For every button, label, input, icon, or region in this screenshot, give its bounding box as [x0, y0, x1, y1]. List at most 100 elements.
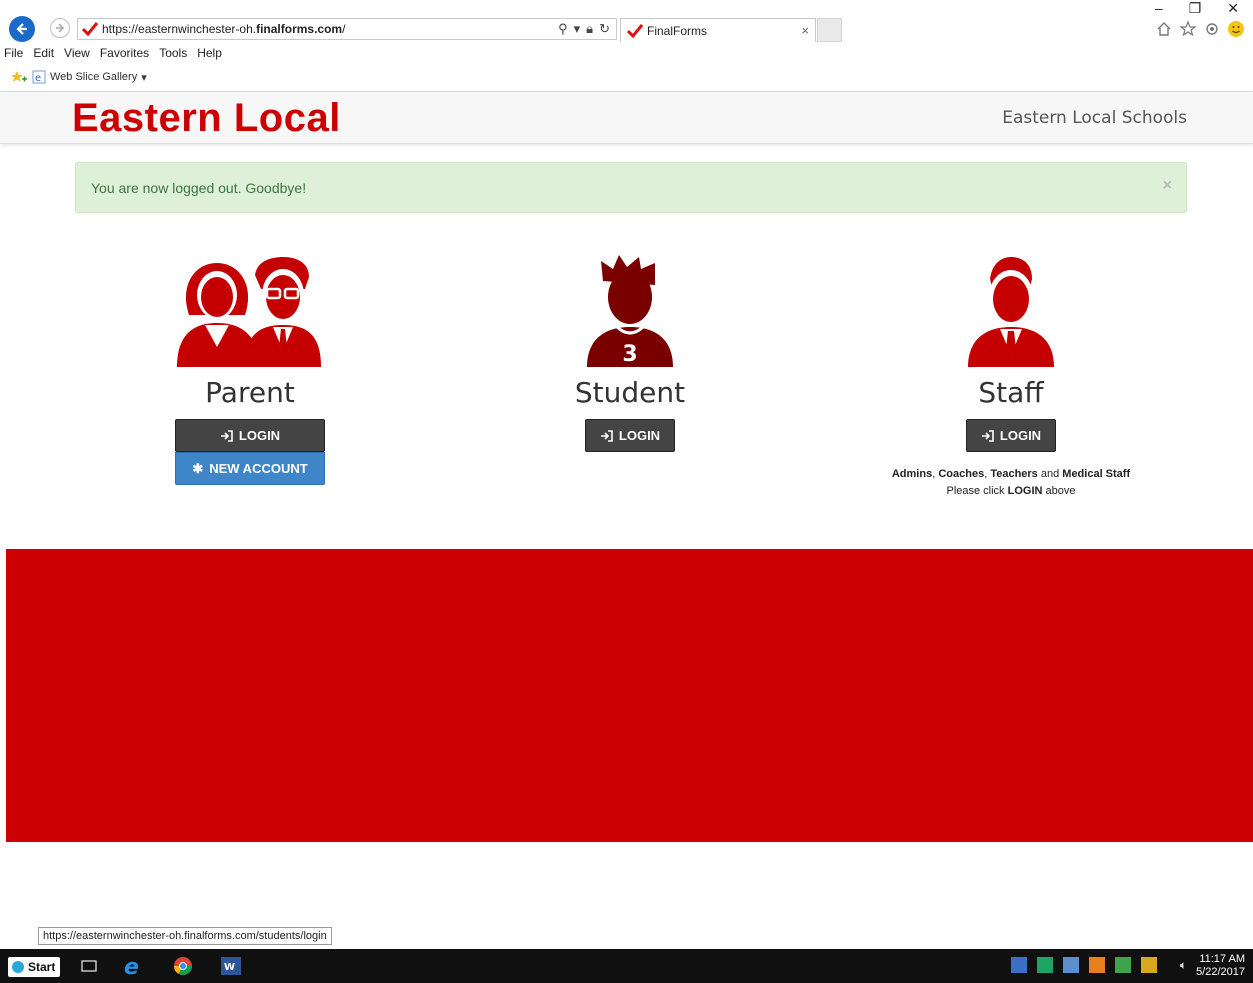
start-button[interactable]: Start — [8, 957, 60, 977]
feedback-smiley-icon[interactable] — [1227, 20, 1245, 38]
settings-gear-icon[interactable] — [1203, 20, 1221, 38]
parent-icon — [177, 257, 321, 367]
arrow-left-icon — [16, 23, 27, 35]
staff-note-line2: Please click LOGIN above — [946, 485, 1076, 497]
school-name: Eastern Local Schools — [1002, 108, 1187, 128]
internet-explorer-icon: e — [124, 955, 139, 977]
tab-close-button[interactable]: × — [801, 23, 809, 38]
parent-new-account-button[interactable]: ✱ NEW ACCOUNT — [175, 452, 325, 485]
start-label: Start — [28, 960, 56, 974]
taskbar-word[interactable]: W — [220, 955, 242, 977]
taskbar-ie[interactable]: e — [122, 955, 144, 977]
clock-time: 11:17 AM — [1199, 953, 1245, 965]
taskbar-clock[interactable]: 11:17 AM 5/22/2017 — [1196, 953, 1245, 979]
staff-section: Staff LOGIN Admins, Coaches, Teachers an… — [861, 255, 1161, 500]
menu-view[interactable]: View — [64, 46, 90, 60]
alert-close-button[interactable]: × — [1163, 177, 1172, 195]
parent-login-button[interactable]: LOGIN — [175, 419, 325, 452]
address-tools: ⚲ ▾ 🔒︎ ↻ — [558, 21, 610, 37]
favorites-bar: e Web Slice Gallery ▾ — [10, 70, 147, 84]
screen: https://easternwinchester-oh.finalforms.… — [0, 0, 1253, 983]
sign-in-icon — [220, 429, 233, 442]
system-tray — [1011, 957, 1157, 973]
volume-icon[interactable]: 🔈︎ — [1180, 958, 1187, 973]
staff-login-label: LOGIN — [999, 428, 1042, 443]
staff-title: Staff — [978, 376, 1044, 409]
tray-green-app-icon[interactable] — [1115, 957, 1131, 973]
windows-taskbar: Start e W 🔈︎ 11:17 AM 5/22/2017 — [0, 949, 1253, 983]
parent-button-group: LOGIN ✱ NEW ACCOUNT — [175, 419, 325, 485]
sign-in-icon — [981, 429, 994, 442]
address-bar[interactable]: https://easternwinchester-oh.finalforms.… — [77, 18, 617, 40]
menu-favorites[interactable]: Favorites — [100, 46, 149, 60]
brand-logo-text[interactable]: Eastern Local — [72, 96, 341, 141]
student-login-label: LOGIN — [618, 428, 661, 443]
task-view-button[interactable] — [78, 955, 100, 977]
menu-bar: File Edit View Favorites Tools Help — [4, 46, 222, 60]
home-icon[interactable] — [1155, 20, 1173, 38]
asterisk-icon: ✱ — [192, 460, 204, 476]
parent-login-label: LOGIN — [238, 428, 281, 443]
finalforms-checkmark-icon — [82, 22, 98, 36]
minimize-button[interactable]: – — [1155, 0, 1163, 17]
add-favorite-icon[interactable] — [10, 70, 28, 84]
parent-section: Parent LOGIN ✱ NEW ACCOUNT — [100, 255, 400, 485]
new-tab-button[interactable] — [817, 18, 842, 42]
task-view-icon — [81, 960, 97, 972]
sign-in-icon — [600, 429, 613, 442]
svg-text:W: W — [224, 962, 235, 973]
svg-text:e: e — [35, 73, 41, 84]
tray-warning-icon[interactable] — [1141, 957, 1157, 973]
start-orb-icon — [12, 961, 24, 973]
arrow-right-icon — [56, 23, 65, 33]
staff-note: Admins, Coaches, Teachers and Medical St… — [861, 466, 1161, 500]
tray-app-icon[interactable] — [1011, 957, 1027, 973]
taskbar-chrome[interactable] — [172, 955, 194, 977]
close-window-button[interactable]: ✕ — [1227, 0, 1239, 17]
student-title: Student — [574, 376, 686, 409]
finalforms-checkmark-icon — [627, 23, 643, 38]
staff-login-button[interactable]: LOGIN — [965, 419, 1057, 452]
tab-title: FinalForms — [647, 23, 708, 38]
favorites-star-icon[interactable] — [1179, 20, 1197, 38]
ie-page-icon: e — [32, 70, 46, 84]
browser-toolbar-icons — [1155, 20, 1245, 38]
footer-red-band — [6, 549, 1253, 842]
staff-icon — [968, 257, 1054, 367]
chrome-icon — [174, 957, 192, 976]
student-login-button[interactable]: LOGIN — [584, 419, 676, 452]
forward-button[interactable] — [50, 18, 70, 38]
tray-orange-app-icon[interactable] — [1089, 957, 1105, 973]
dropdown-arrow-icon[interactable]: ▾ — [574, 21, 581, 37]
window-controls: – ❐ ✕ — [1155, 0, 1239, 17]
google-drive-icon[interactable] — [1037, 957, 1053, 973]
status-bar-url: https://easternwinchester-oh.finalforms.… — [38, 927, 332, 945]
clock-date: 5/22/2017 — [1196, 966, 1245, 978]
word-icon: W — [221, 957, 241, 975]
web-slice-gallery-link[interactable]: Web Slice Gallery — [50, 71, 137, 83]
search-icon[interactable]: ⚲ — [558, 21, 568, 37]
svg-text:e: e — [124, 955, 139, 977]
alert-message: You are now logged out. Goodbye! — [91, 180, 307, 196]
jersey-number: 3 — [622, 342, 637, 367]
student-button-group: LOGIN — [480, 419, 780, 452]
browser-chrome: https://easternwinchester-oh.finalforms.… — [0, 0, 1253, 92]
refresh-icon[interactable]: ↻ — [599, 21, 610, 37]
site-header: Eastern Local Eastern Local Schools — [0, 92, 1253, 144]
lock-icon[interactable]: 🔒︎ — [586, 21, 593, 37]
chevron-down-icon[interactable]: ▾ — [141, 71, 147, 84]
menu-tools[interactable]: Tools — [159, 46, 187, 60]
menu-file[interactable]: File — [4, 46, 23, 60]
menu-help[interactable]: Help — [197, 46, 222, 60]
tray-network-app-icon[interactable] — [1063, 957, 1079, 973]
staff-note-line1: Admins, Coaches, Teachers and Medical St… — [891, 468, 1131, 480]
staff-button-group: LOGIN — [861, 419, 1161, 452]
address-url: https://easternwinchester-oh.finalforms.… — [102, 22, 346, 36]
tab-finalforms[interactable]: FinalForms × — [620, 18, 816, 42]
logout-alert: You are now logged out. Goodbye! × — [75, 162, 1187, 213]
menu-edit[interactable]: Edit — [33, 46, 54, 60]
back-button[interactable] — [9, 16, 35, 42]
restore-button[interactable]: ❐ — [1189, 0, 1202, 17]
student-section: 3 Student LOGIN — [480, 255, 780, 452]
student-icon: 3 — [587, 255, 673, 367]
